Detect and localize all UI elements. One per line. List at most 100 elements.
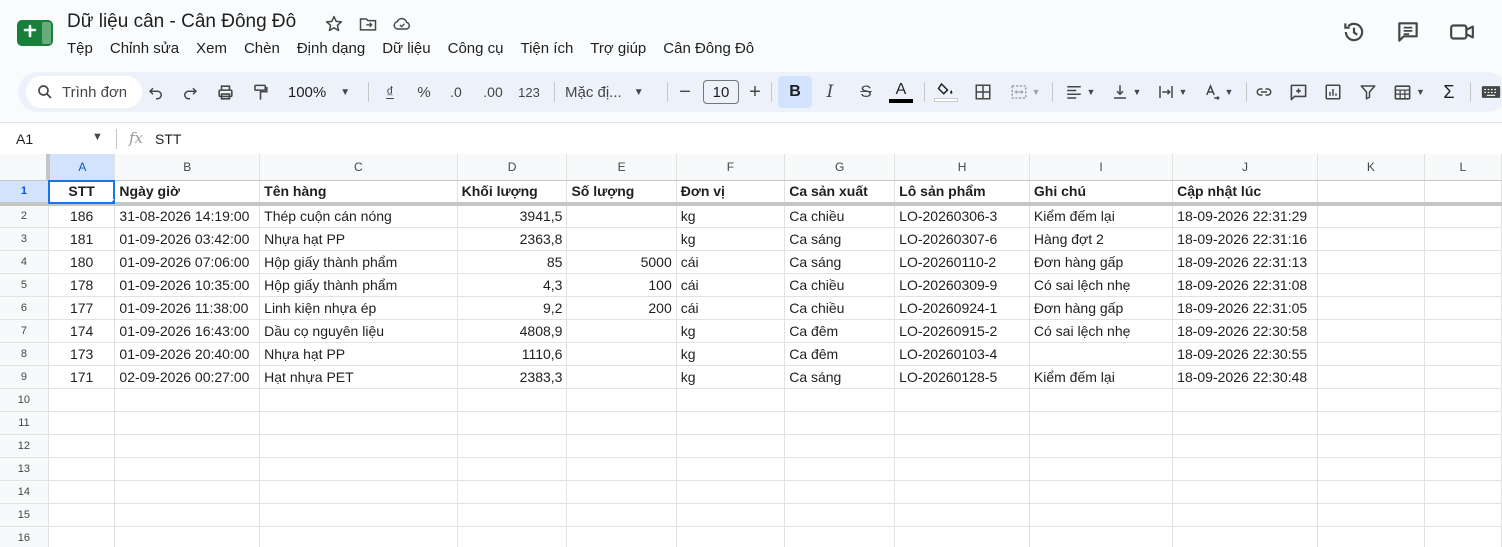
cell[interactable]: 186	[48, 204, 116, 228]
cell[interactable]: kg	[676, 365, 786, 389]
cell[interactable]	[1029, 342, 1174, 366]
empty-cell[interactable]	[894, 457, 1030, 481]
cell[interactable]: LO-20260915-2	[894, 319, 1030, 343]
empty-cell[interactable]	[676, 457, 786, 481]
empty-cell[interactable]	[1424, 526, 1502, 547]
row-header[interactable]: 11	[0, 411, 49, 435]
cell[interactable]: Ca chiều	[784, 204, 896, 228]
cell[interactable]: 18-09-2026 22:31:05	[1172, 296, 1318, 320]
empty-cell[interactable]	[114, 457, 261, 481]
empty-cell[interactable]	[1424, 457, 1502, 481]
cell[interactable]: Hộp giấy thành phẩm	[259, 250, 458, 274]
cell[interactable]: 18-09-2026 22:31:16	[1172, 227, 1318, 251]
cell[interactable]	[1317, 342, 1425, 366]
cell[interactable]: 173	[48, 342, 116, 366]
font-size-input[interactable]: 10	[703, 80, 739, 104]
cell[interactable]: 18-09-2026 22:30:55	[1172, 342, 1318, 366]
paint-format-button[interactable]	[249, 72, 271, 112]
cell[interactable]: LO-20260306-3	[894, 204, 1030, 228]
percent-format-button[interactable]: %	[414, 72, 434, 112]
cell[interactable]	[1424, 342, 1502, 366]
empty-cell[interactable]	[1317, 411, 1425, 435]
cell[interactable]	[566, 319, 677, 343]
cell[interactable]	[1317, 296, 1425, 320]
column-header-f[interactable]: F	[676, 154, 786, 181]
header-cell[interactable]: Khối lượng	[457, 180, 568, 206]
cell[interactable]: Đơn hàng gấp	[1029, 296, 1174, 320]
header-cell[interactable]	[1424, 180, 1502, 206]
cell[interactable]: Ca chiều	[784, 296, 896, 320]
bold-button[interactable]: B	[778, 76, 812, 108]
empty-cell[interactable]	[457, 526, 568, 547]
column-header-b[interactable]: B	[114, 154, 261, 181]
cell[interactable]: 3941,5	[457, 204, 568, 228]
cell[interactable]: 1110,6	[457, 342, 568, 366]
insert-link-button[interactable]	[1251, 72, 1277, 112]
cell[interactable]	[1424, 296, 1502, 320]
insert-chart-button[interactable]	[1320, 72, 1346, 112]
row-header[interactable]: 14	[0, 480, 49, 504]
cell[interactable]: Ca sáng	[784, 250, 896, 274]
empty-cell[interactable]	[894, 388, 1030, 412]
menu-help[interactable]: Trợ giúp	[590, 40, 646, 57]
empty-cell[interactable]	[1029, 411, 1174, 435]
empty-cell[interactable]	[676, 503, 786, 527]
empty-cell[interactable]	[457, 457, 568, 481]
cell[interactable]	[566, 227, 677, 251]
table-views-button[interactable]: ▼	[1387, 72, 1431, 112]
cell[interactable]: kg	[676, 319, 786, 343]
empty-cell[interactable]	[1172, 526, 1318, 547]
fill-color-button[interactable]	[932, 72, 960, 112]
cell[interactable]: 178	[48, 273, 116, 297]
column-header-g[interactable]: G	[784, 154, 896, 181]
row-header[interactable]: 4	[0, 250, 49, 274]
cell[interactable]: LO-20260110-2	[894, 250, 1030, 274]
formula-input[interactable]: STT	[155, 131, 181, 147]
cell[interactable]: 18-09-2026 22:31:13	[1172, 250, 1318, 274]
empty-cell[interactable]	[784, 457, 896, 481]
menu-edit[interactable]: Chỉnh sửa	[110, 40, 179, 57]
increase-decimal-button[interactable]: .00	[479, 72, 507, 112]
cell[interactable]: 85	[457, 250, 568, 274]
comments-icon[interactable]	[1394, 18, 1422, 46]
cell[interactable]: Ca đêm	[784, 319, 896, 343]
column-header-l[interactable]: L	[1424, 154, 1502, 181]
number-format-button[interactable]: 123	[515, 72, 543, 112]
sheets-logo-icon[interactable]	[17, 18, 53, 48]
row-header[interactable]: 7	[0, 319, 49, 343]
cell[interactable]: kg	[676, 342, 786, 366]
empty-cell[interactable]	[457, 480, 568, 504]
cell[interactable]: cái	[676, 250, 786, 274]
row-header[interactable]: 15	[0, 503, 49, 527]
empty-cell[interactable]	[259, 503, 458, 527]
input-tools-button[interactable]	[1480, 72, 1502, 112]
empty-cell[interactable]	[894, 526, 1030, 547]
column-header-d[interactable]: D	[457, 154, 568, 181]
cell[interactable]: Có sai lệch nhẹ	[1029, 319, 1174, 343]
menu-view[interactable]: Xem	[196, 40, 227, 57]
empty-cell[interactable]	[259, 388, 458, 412]
cell[interactable]: 181	[48, 227, 116, 251]
empty-cell[interactable]	[48, 526, 116, 547]
cell[interactable]: 2363,8	[457, 227, 568, 251]
empty-cell[interactable]	[1317, 526, 1425, 547]
cell[interactable]: Ca sáng	[784, 365, 896, 389]
insert-comment-button[interactable]	[1285, 72, 1311, 112]
meet-icon[interactable]	[1448, 18, 1476, 46]
row-header[interactable]: 16	[0, 526, 49, 547]
horizontal-align-button[interactable]: ▼	[1060, 72, 1100, 112]
redo-button[interactable]	[179, 72, 201, 112]
empty-cell[interactable]	[566, 411, 677, 435]
empty-cell[interactable]	[566, 388, 677, 412]
cell[interactable]: LO-20260103-4	[894, 342, 1030, 366]
cell[interactable]: LO-20260309-9	[894, 273, 1030, 297]
spreadsheet-grid[interactable]: ABCDEFGHIJKL 1 STT Ngày giờ Tên hàng Khối lư…	[0, 154, 1502, 547]
empty-cell[interactable]	[1424, 480, 1502, 504]
header-cell[interactable]	[1317, 180, 1425, 206]
menu-tools[interactable]: Công cụ	[448, 40, 504, 57]
empty-cell[interactable]	[1317, 480, 1425, 504]
font-select[interactable]: Mặc đị... ▼	[565, 72, 655, 112]
cell[interactable]	[1317, 273, 1425, 297]
cell[interactable]: 5000	[566, 250, 677, 274]
cell[interactable]: Ca chiều	[784, 273, 896, 297]
